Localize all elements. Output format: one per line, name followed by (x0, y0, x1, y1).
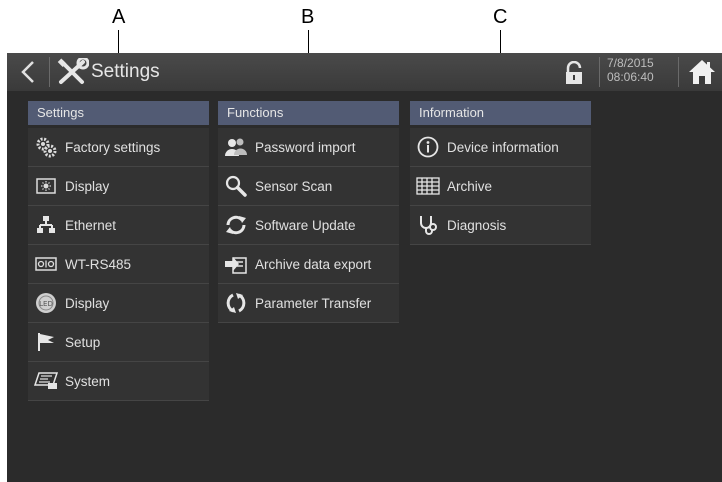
datetime-display: 7/8/2015 08:06:40 (607, 56, 654, 84)
settings-column: Settings Factory settings Display Ethern… (28, 101, 209, 401)
menu-item-device-information[interactable]: Device information (410, 128, 591, 167)
menu-item-sensor-scan[interactable]: Sensor Scan (218, 167, 399, 206)
flag-icon (34, 330, 58, 354)
time-text: 08:06:40 (607, 70, 654, 84)
info-icon (416, 135, 440, 159)
menu-item-system[interactable]: System (28, 362, 209, 401)
unlock-icon[interactable] (563, 60, 585, 85)
datetime-separator-left (599, 57, 600, 87)
system-icon (34, 369, 58, 393)
information-column-header: Information (410, 101, 591, 125)
datetime-separator-right (678, 57, 679, 87)
date-text: 7/8/2015 (607, 56, 654, 70)
functions-column-header: Functions (218, 101, 399, 125)
menu-item-factory-settings[interactable]: Factory settings (28, 128, 209, 167)
menu-item-label: Display (65, 178, 110, 194)
svg-text:LED: LED (39, 300, 53, 308)
callout-label-b: B (301, 6, 315, 28)
back-button[interactable] (17, 59, 41, 85)
page-title: Settings (91, 61, 160, 82)
tools-icon (57, 56, 90, 86)
device-screen: Settings 7/8/2015 08:06:40 Settings Fact… (7, 53, 722, 482)
functions-column: Functions Password import Sensor Scan So… (218, 101, 399, 323)
stethoscope-icon (416, 213, 440, 237)
menu-item-display[interactable]: Display (28, 167, 209, 206)
menu-item-parameter-transfer[interactable]: Parameter Transfer (218, 284, 399, 323)
magnifier-icon (224, 174, 248, 198)
menu-item-ethernet[interactable]: Ethernet (28, 206, 209, 245)
title-bar: Settings 7/8/2015 08:06:40 (7, 53, 722, 91)
menu-item-diagnosis[interactable]: Diagnosis (410, 206, 591, 245)
home-button[interactable] (687, 58, 717, 86)
menu-item-label: Ethernet (65, 217, 117, 233)
menu-item-label: WT-RS485 (65, 256, 132, 272)
menu-item-label: Archive data export (255, 256, 372, 272)
menu-item-label: Parameter Transfer (255, 295, 372, 311)
users-icon (224, 135, 248, 159)
menu-item-password-import[interactable]: Password import (218, 128, 399, 167)
export-icon (224, 252, 248, 276)
callout-label-a: A (112, 6, 126, 28)
menu-item-label: Archive (447, 178, 493, 194)
network-icon (34, 213, 58, 237)
menu-item-wt-rs485[interactable]: WT-RS485 (28, 245, 209, 284)
led-icon: LED (34, 291, 58, 315)
rs485-port-icon (34, 252, 58, 276)
menu-item-software-update[interactable]: Software Update (218, 206, 399, 245)
refresh-icon (224, 213, 248, 237)
menu-item-label: Sensor Scan (255, 178, 333, 194)
menu-item-label: Device information (447, 139, 559, 155)
menu-item-archive[interactable]: Archive (410, 167, 591, 206)
chevron-left-icon (21, 61, 34, 83)
archive-icon (416, 174, 440, 198)
gears-icon (34, 135, 58, 159)
settings-column-header: Settings (28, 101, 209, 125)
callout-label-c: C (493, 6, 508, 28)
menu-item-label: Diagnosis (447, 217, 507, 233)
menu-item-label: Setup (65, 334, 101, 350)
menu-item-led-display[interactable]: LED Display (28, 284, 209, 323)
menu-item-setup[interactable]: Setup (28, 323, 209, 362)
menu-item-label: Password import (255, 139, 356, 155)
menu-item-label: Software Update (255, 217, 356, 233)
menu-item-label: Display (65, 295, 110, 311)
title-separator (49, 57, 50, 87)
menu-item-label: System (65, 373, 111, 389)
menu-item-label: Factory settings (65, 139, 161, 155)
information-column: Information Device information Archive D… (410, 101, 591, 245)
transfer-icon (224, 291, 248, 315)
display-icon (34, 174, 58, 198)
home-icon (689, 60, 715, 84)
menu-item-archive-data-export[interactable]: Archive data export (218, 245, 399, 284)
